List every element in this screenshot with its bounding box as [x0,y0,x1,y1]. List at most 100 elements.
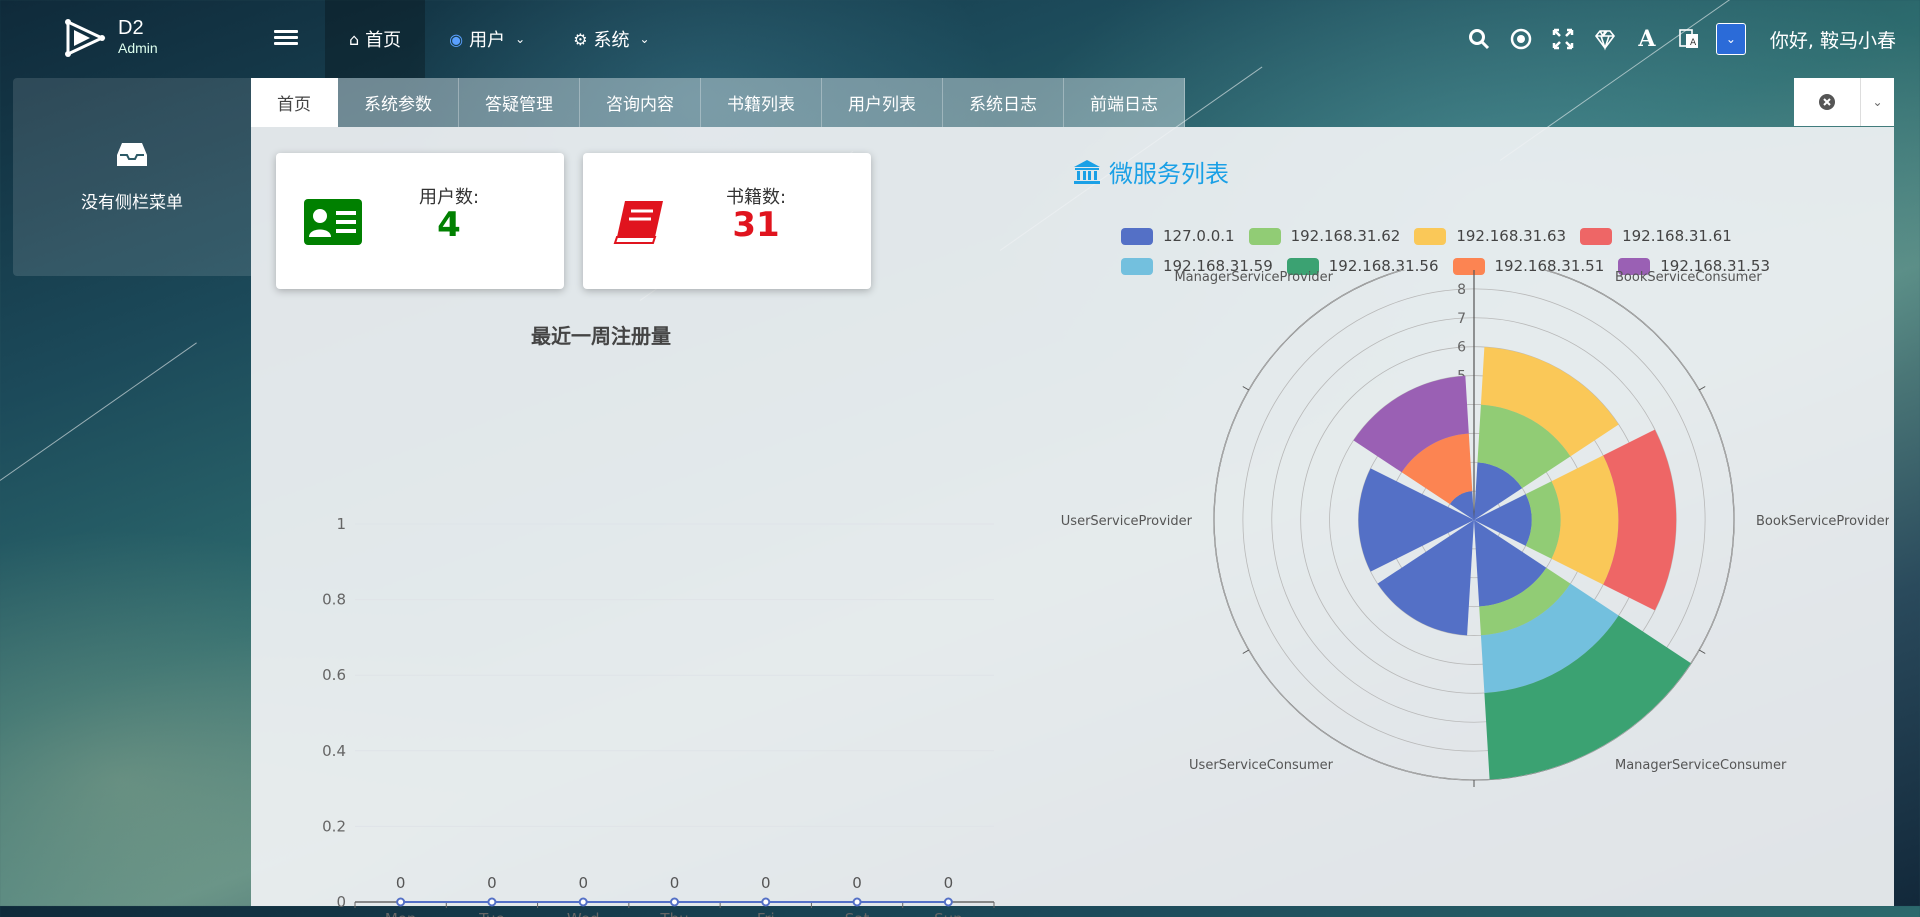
close-tabs-button[interactable] [1794,78,1861,126]
services-polar-chart: 123456789BookServiceConsumerBookServiceP… [1061,270,1889,787]
category-label: ManagerServiceProvider [1174,270,1333,285]
y-tick-label: 0.8 [322,591,346,609]
services-title: 微服务列表 [1073,154,1229,189]
language-button[interactable]: A [1674,24,1704,54]
tab-book-list[interactable]: 书籍列表 [701,78,822,127]
tab-frontend-log[interactable]: 前端日志 [1064,78,1185,127]
search-icon [1468,29,1489,50]
services-title-text: 微服务列表 [1109,160,1229,188]
data-label: 0 [396,874,406,892]
id-card-icon [304,199,362,245]
tab-consult-content[interactable]: 咨询内容 [580,78,701,127]
font-icon: A [1638,26,1656,52]
radius-tick-label: 7 [1457,311,1466,327]
header-toolbar: A A ⌄ 你好, 鞍马小春 [1458,0,1896,78]
y-tick-label: 0.4 [322,742,346,760]
category-label: BookServiceConsumer [1615,270,1762,285]
category-label: BookServiceProvider [1756,514,1889,529]
tab-user-list[interactable]: 用户列表 [822,78,943,127]
legend-item[interactable]: 192.168.31.63 [1414,227,1566,245]
data-point [943,897,953,907]
chevron-down-icon: ⌄ [515,32,526,46]
book-count-card: 书籍数: 31 [583,153,871,289]
main-content: 用户数: 4 书籍数: 31 最近一周注册量 0 0.2 0.4 0.6 0.8 1 Mon… [251,127,1894,917]
bank-icon [1074,159,1100,184]
inbox-icon [117,143,147,166]
font-size-button[interactable]: A [1632,24,1662,54]
tab-home[interactable]: 首页 [251,78,338,127]
data-label: 0 [578,874,588,892]
angle-tick [1698,386,1706,391]
page-tabs: 首页 系统参数 答疑管理 咨询内容 书籍列表 用户列表 系统日志 前端日志 [251,78,1185,127]
nav-item-user[interactable]: ◉ 用户 ⌄ [425,0,549,78]
x-tick-label: Sun [934,910,963,917]
home-icon: ⌂ [349,29,360,49]
data-point [487,897,497,907]
legend-swatch [1248,227,1281,245]
x-tick-label: Fri [757,910,775,917]
tab-system-params[interactable]: 系统参数 [338,78,459,127]
chevron-down-icon: ⌄ [1872,95,1883,109]
nav-item-system[interactable]: ⚙ 系统 ⌄ [549,0,673,78]
data-point [578,897,588,907]
angle-tick [1242,649,1250,654]
legend-label: 192.168.31.62 [1290,227,1401,245]
legend-swatch [1580,227,1613,245]
x-tick-label: Tue [478,910,505,917]
legend-item[interactable]: 127.0.0.1 [1121,227,1235,245]
user-menu-dropdown[interactable]: ⌄ [1715,23,1746,55]
tabs-menu-dropdown[interactable]: ⌄ [1861,78,1894,126]
legend-label: 127.0.0.1 [1163,227,1235,245]
theme-button[interactable] [1590,24,1620,54]
chevron-down-icon: ⌄ [639,32,650,46]
data-point [670,897,679,907]
y-tick-label: 1 [336,515,346,533]
x-tick-label: Thu [659,910,688,917]
data-label: 0 [670,874,680,892]
y-tick-label: 0.6 [322,666,346,684]
radius-tick-label: 8 [1457,282,1466,298]
data-point [852,897,862,907]
top-nav: ⌂ 首页 ◉ 用户 ⌄ ⚙ 系统 ⌄ [325,0,674,78]
tab-qa-management[interactable]: 答疑管理 [459,78,580,127]
user-greeting[interactable]: 你好, 鞍马小春 [1770,26,1896,53]
legend-swatch [1121,227,1153,245]
x-tick-label: Wed [567,910,600,917]
nav-item-home[interactable]: ⌂ 首页 [325,0,426,78]
data-label: 0 [944,874,954,892]
target-icon [1510,28,1532,50]
close-circle-icon [1819,94,1835,110]
user-count-value: 4 [437,205,461,245]
legend-label: 192.168.31.63 [1456,227,1567,245]
translate-icon: A [1679,29,1698,48]
log-button[interactable] [1506,24,1536,54]
nav-item-label: 用户 [469,30,506,51]
book-icon [613,201,663,244]
data-label: 0 [761,874,771,892]
menu-toggle-icon[interactable] [274,27,298,51]
y-tick-label: 0.2 [322,817,346,835]
radius-tick-label: 6 [1457,340,1466,356]
angle-tick [1242,386,1250,391]
data-point [396,897,406,907]
search-button[interactable] [1464,24,1494,54]
category-label: ManagerServiceConsumer [1615,758,1787,773]
chevron-down-icon: ⌄ [1725,32,1736,46]
line-chart-title: 最近一周注册量 [531,324,671,348]
category-label: UserServiceConsumer [1189,758,1334,773]
tab-system-log[interactable]: 系统日志 [943,78,1064,127]
nav-item-label: 首页 [365,30,402,51]
legend-item[interactable]: 192.168.31.62 [1248,227,1401,245]
legend-item[interactable]: 192.168.31.61 [1580,227,1732,245]
data-point [761,897,771,907]
tab-controls: ⌄ [1794,78,1894,126]
logo[interactable]: D2 Admin [60,14,180,64]
sidebar-empty-text: 没有侧栏菜单 [81,193,183,213]
legend-swatch [1414,227,1447,245]
top-header: D2 Admin ⌂ 首页 ◉ 用户 ⌄ ⚙ 系统 ⌄ A A ⌄ 你好, 鞍马… [0,0,1920,78]
gear-icon: ⚙ [573,29,588,49]
fullscreen-button[interactable] [1548,24,1578,54]
nav-item-label: 系统 [593,30,630,51]
d2-logo-icon [65,19,106,57]
diamond-icon [1594,30,1615,51]
